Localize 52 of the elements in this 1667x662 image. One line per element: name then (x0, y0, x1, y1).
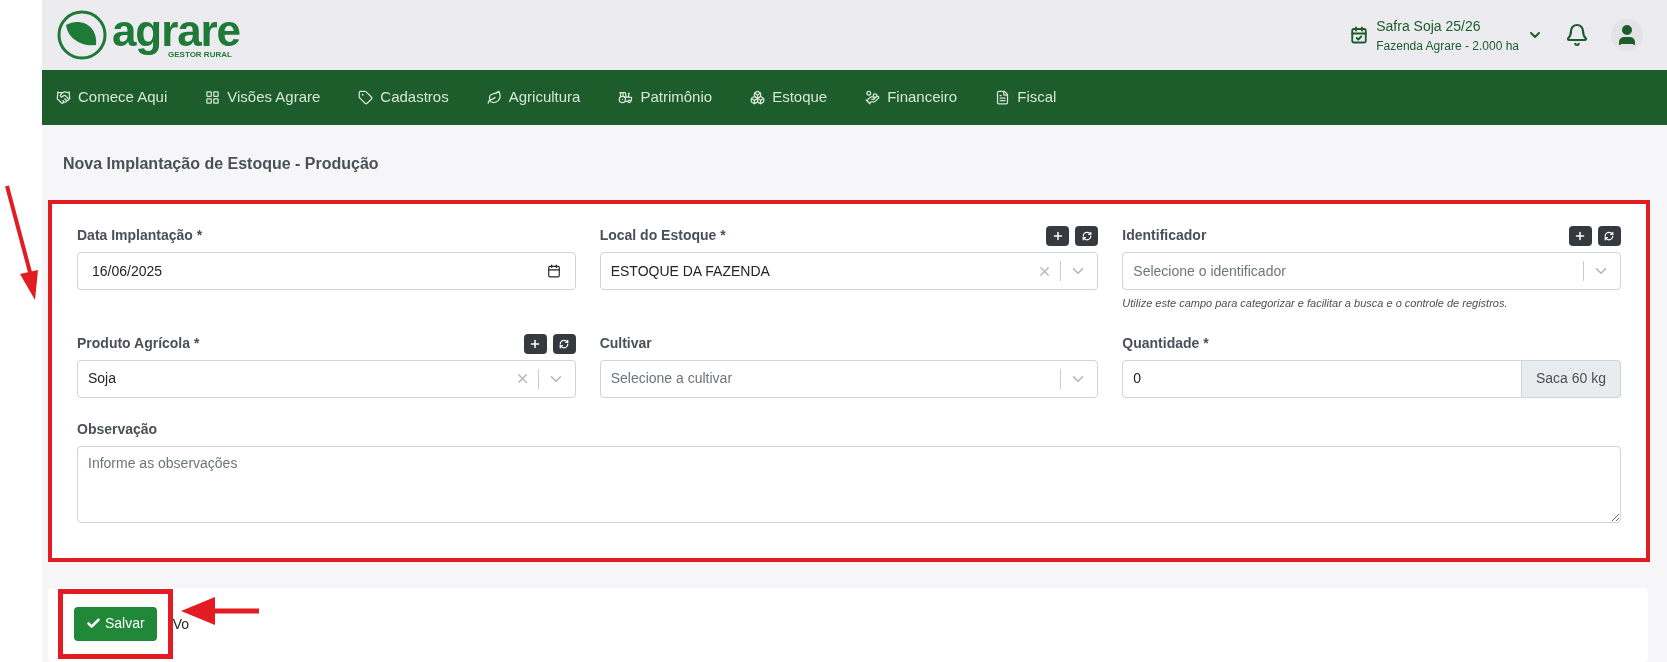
refresh-icon (1081, 231, 1092, 241)
grid-icon (205, 90, 221, 105)
coin-hand-icon (865, 90, 881, 105)
nav-item[interactable]: Cadastros (358, 86, 449, 109)
refresh-button[interactable] (552, 333, 576, 354)
handshake-icon (56, 90, 71, 105)
leaf-logo-icon (56, 9, 108, 61)
unit-addon: Saca 60 kg (1521, 359, 1621, 398)
nav-item[interactable]: Financeiro (865, 86, 958, 109)
add-button[interactable] (1569, 226, 1592, 246)
refresh-icon (1604, 231, 1615, 241)
nav-item[interactable]: Estoque (750, 86, 828, 109)
field-label: Data Implantação * (77, 226, 203, 245)
select-field[interactable]: Selecione a cultivar (599, 359, 1099, 398)
nav-item[interactable]: Visões Agrare (205, 86, 321, 109)
quantity-field[interactable]: 0 (1122, 359, 1522, 398)
field-label: Observação (77, 419, 158, 439)
calendar-icon (546, 264, 561, 278)
plus-icon (1051, 230, 1064, 242)
refresh-button[interactable] (1598, 226, 1621, 246)
notification-bell-icon[interactable] (1565, 23, 1589, 47)
refresh-button[interactable] (1075, 226, 1099, 246)
observation-field[interactable]: Informe as observações (77, 445, 1621, 523)
boxes-icon (750, 90, 766, 105)
avatar-button[interactable] (1611, 19, 1643, 51)
document-icon (995, 90, 1011, 105)
refresh-icon (559, 338, 570, 349)
save-button[interactable]: Salvar (74, 606, 157, 641)
check-icon (86, 616, 101, 631)
calendar-check-icon (1350, 26, 1369, 44)
field-label: Identificador (1122, 226, 1207, 245)
field-label: Produto Agrícola * (77, 333, 200, 353)
nav-item[interactable]: Agricultura (486, 86, 581, 109)
help-text: Utilize este campo para categorizar e facilitar a busca e o controle de registros. (1122, 296, 1509, 311)
leaf-icon (486, 90, 502, 105)
page-title: Nova Implantação de Estoque - Produção (63, 154, 380, 174)
add-button[interactable] (523, 333, 547, 354)
field-label: Quantidade * (1122, 333, 1209, 353)
add-button[interactable] (1046, 226, 1070, 246)
date-field[interactable]: 16/06/2025 (77, 252, 576, 290)
season-selector[interactable]: Safra Soja 25/26 Fazenda Agrare - 2.000 ha (1350, 15, 1543, 55)
select-field[interactable]: Selecione o identificador (1122, 252, 1621, 290)
back-link[interactable]: Vo (172, 614, 190, 635)
field-label: Local do Estoque * (599, 226, 726, 245)
plus-icon (529, 337, 542, 350)
plus-icon (1574, 230, 1587, 242)
nav-item[interactable]: Comece Aqui (56, 86, 168, 109)
tractor-icon (618, 90, 634, 105)
field-label: Cultivar (599, 333, 652, 353)
tag-icon (358, 90, 374, 105)
nav-item[interactable]: Fiscal (995, 86, 1057, 109)
nav-item[interactable]: Patrimônio (618, 86, 713, 109)
